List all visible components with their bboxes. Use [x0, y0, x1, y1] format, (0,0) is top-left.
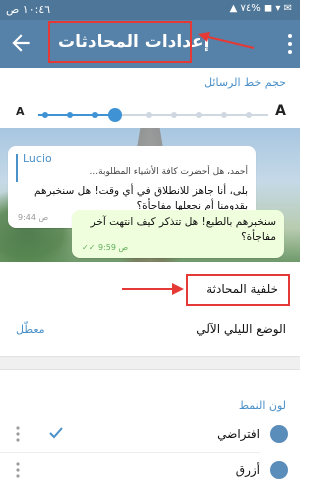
- outgoing-message-time-text: 9:59 ص: [97, 243, 129, 252]
- outgoing-message-text: سنخبرهم بالطبع! هل تتذكر كيف انتهت آخر م…: [90, 216, 276, 243]
- small-a-label: A: [16, 105, 25, 118]
- night-mode-value: معطّل: [16, 323, 45, 336]
- incoming-message-time: 9:44 ص: [18, 213, 49, 222]
- slider-tick: [196, 112, 202, 118]
- more-vertical-icon[interactable]: [286, 32, 294, 56]
- more-vertical-icon[interactable]: [15, 425, 21, 443]
- text-size-slider[interactable]: A A: [0, 102, 300, 128]
- slider-tick: [171, 112, 177, 118]
- slider-tick: [146, 112, 152, 118]
- section-divider: [0, 356, 300, 370]
- theme-item-blue[interactable]: أزرق: [0, 456, 300, 486]
- item-divider: [0, 452, 260, 453]
- back-arrow-icon[interactable]: [8, 30, 34, 56]
- background-pointer-arrow-icon: [122, 283, 184, 295]
- slider-tick: [221, 112, 227, 118]
- theme-label: افتراضي: [217, 427, 260, 441]
- slider-fill: [38, 114, 116, 116]
- title-pointer-arrow-icon: [198, 32, 255, 49]
- double-check-icon: ✓✓: [82, 243, 98, 252]
- theme-color-swatch: [270, 461, 288, 479]
- status-bar: ١٠:٤٦ ص ▲ ٧٤% ◼ ▾ ✉: [0, 0, 300, 20]
- reply-bar: [16, 154, 18, 182]
- outgoing-message-bubble: سنخبرهم بالطبع! هل تتذكر كيف انتهت آخر م…: [72, 210, 284, 258]
- title-highlight-box: [48, 21, 192, 63]
- status-icons: ▲ ٧٤% ◼ ▾ ✉: [229, 3, 292, 14]
- slider-tick: [92, 112, 98, 118]
- slider-tick: [42, 112, 48, 118]
- check-icon: [49, 427, 63, 439]
- status-time: ١٠:٤٦ ص: [6, 3, 51, 16]
- slider-tick: [246, 112, 252, 118]
- slider-tick: [67, 112, 73, 118]
- background-highlight-box: [186, 274, 290, 306]
- theme-item-default[interactable]: افتراضي: [0, 420, 300, 450]
- text-size-header: حجم خط الرسائل: [204, 76, 286, 89]
- theme-color-swatch: [270, 425, 288, 443]
- slider-knob[interactable]: [108, 108, 122, 122]
- outgoing-message-time: ✓✓ 9:59 ص: [82, 243, 128, 252]
- theme-header: لون النمط: [238, 399, 286, 412]
- theme-label: أزرق: [235, 463, 260, 477]
- reply-quote-text: أحمد، هل أحضرت كافة الأشياء المطلوبة...: [89, 167, 248, 177]
- reply-sender-name: Lucio: [23, 152, 52, 165]
- large-a-label: A: [275, 103, 286, 119]
- chat-preview: Lucio أحمد، هل أحضرت كافة الأشياء المطلو…: [0, 128, 300, 262]
- night-mode-label: الوضع الليلي الآلي: [196, 322, 286, 336]
- more-vertical-icon[interactable]: [15, 461, 21, 479]
- night-mode-row[interactable]: الوضع الليلي الآلي معطّل: [0, 310, 300, 350]
